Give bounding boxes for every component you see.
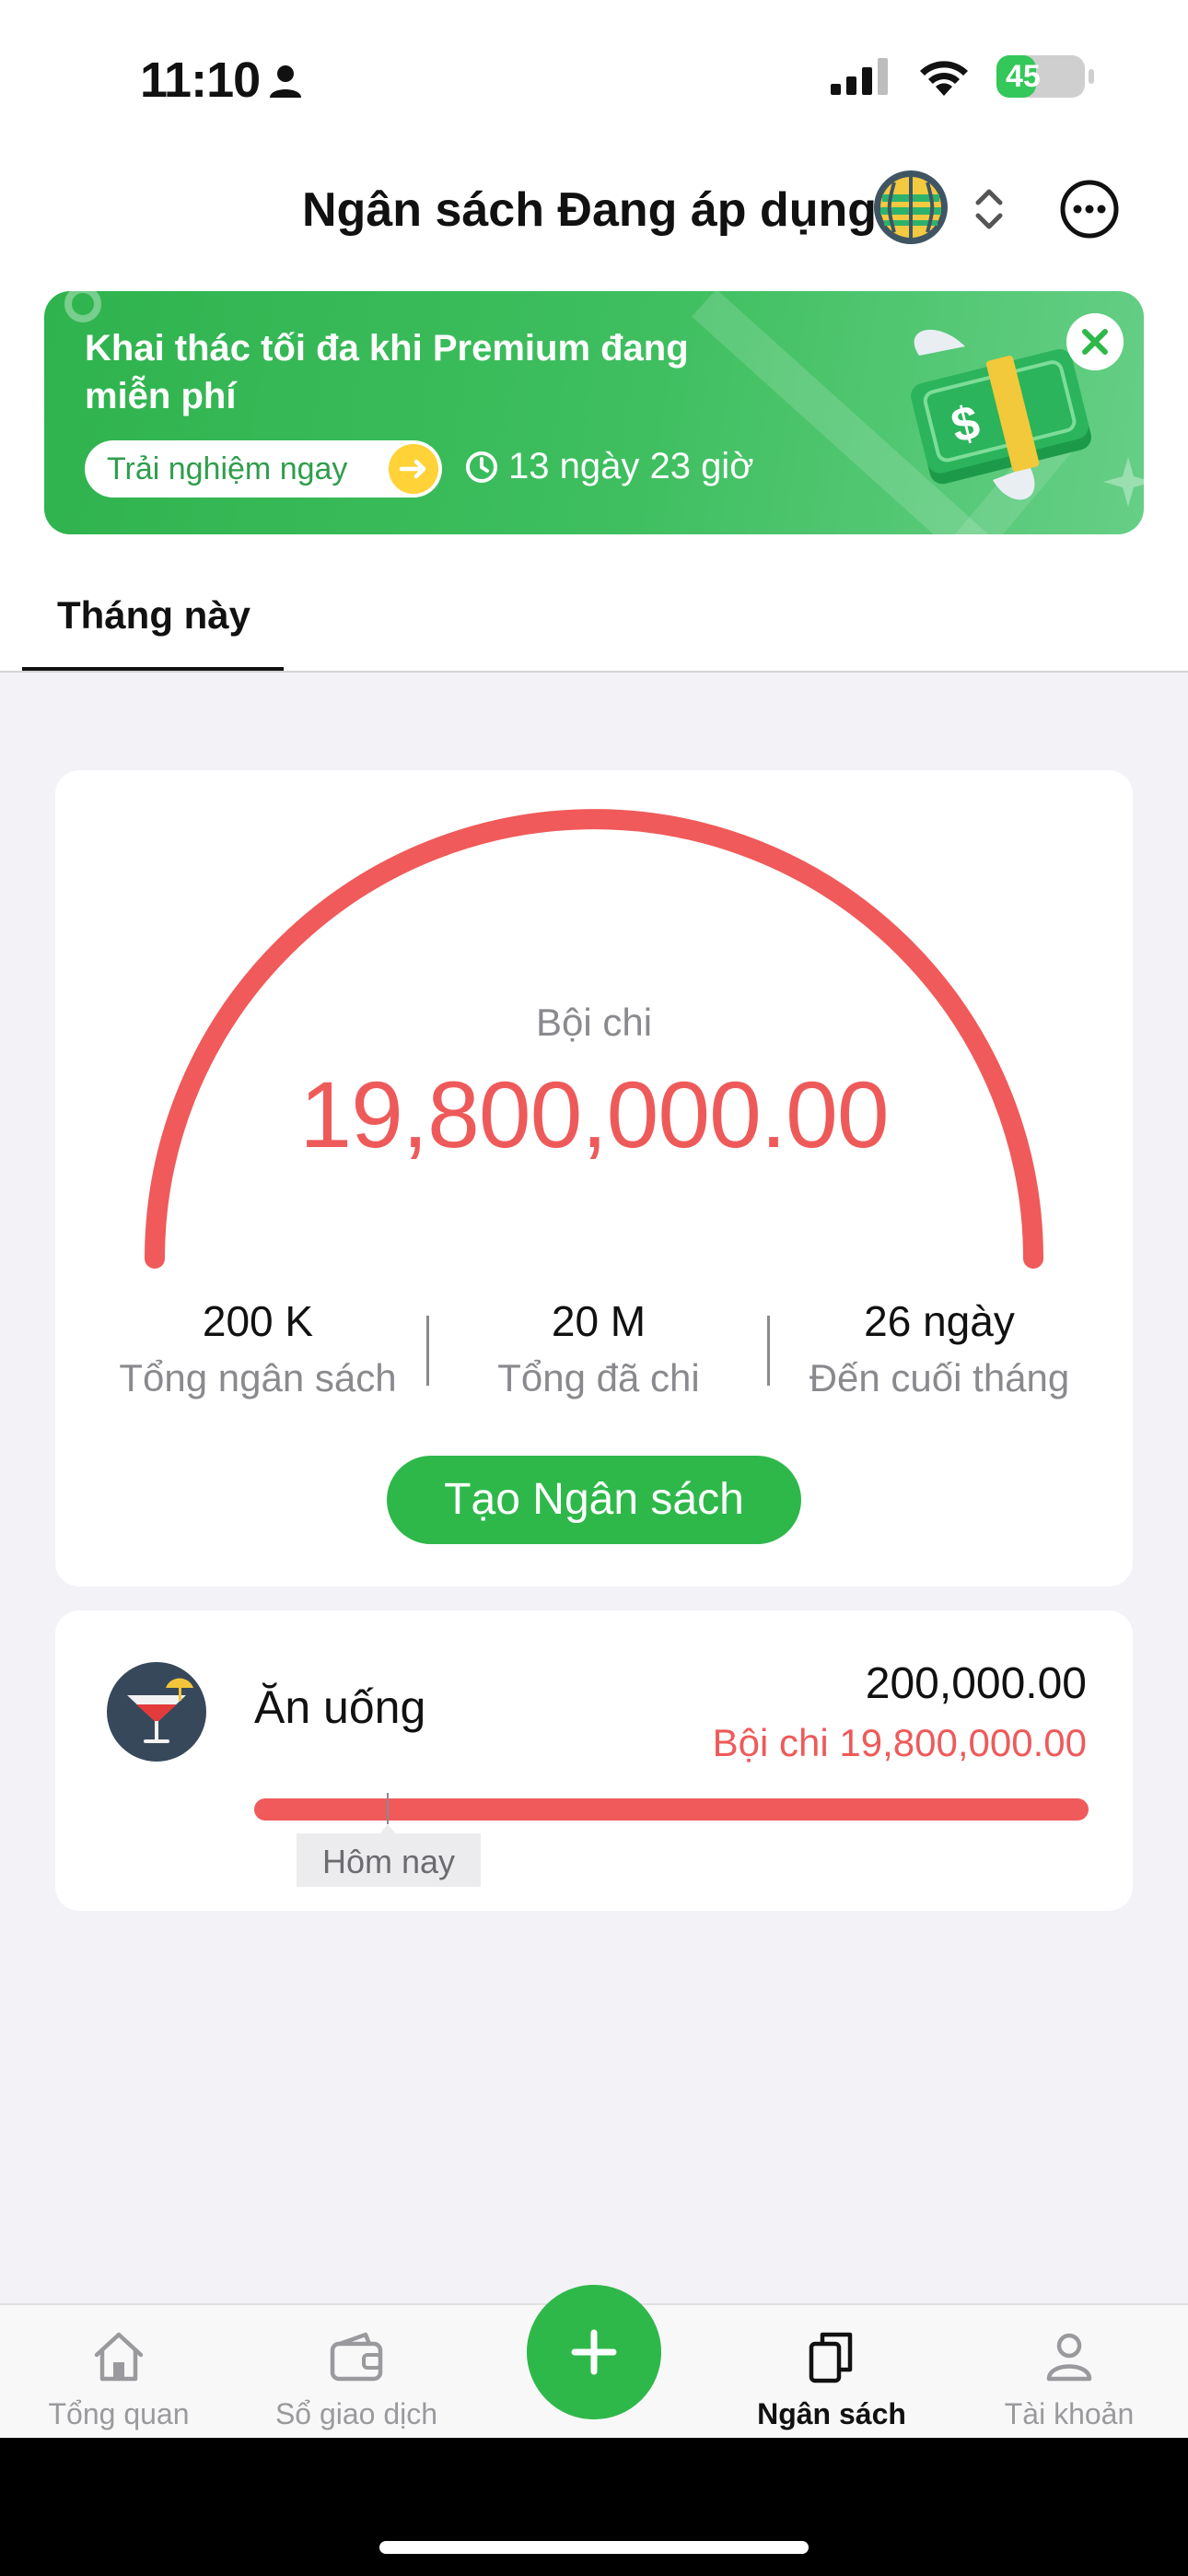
nav-label: Sổ giao dịch: [274, 2397, 438, 2430]
chevron-updown-icon[interactable]: [969, 186, 1009, 232]
create-budget-button[interactable]: Tạo Ngân sách: [387, 1456, 801, 1544]
category-progress-bar: [254, 1798, 1089, 1821]
today-tooltip: Hôm nay: [297, 1833, 481, 1887]
nav-label: Tổng quan: [48, 2397, 190, 2430]
nav-budget[interactable]: Ngân sách: [713, 2324, 950, 2434]
promo-title: Khai thác tối đa khi Premium đang miễn p…: [85, 328, 689, 416]
battery-tip: [1089, 69, 1094, 84]
today-label: Hôm nay: [321, 1843, 456, 1880]
category-overspend: Bội chi 19,800,000.00: [712, 1721, 1087, 1764]
stat-label: Tổng ngân sách: [119, 1356, 397, 1399]
try-now-label: Trải nghiệm ngay: [107, 451, 348, 486]
tab-this-month[interactable]: Tháng này: [22, 573, 284, 673]
add-transaction-button[interactable]: [527, 2285, 661, 2419]
home-indicator[interactable]: [379, 2541, 809, 2554]
arrow-right-icon: [389, 444, 438, 494]
wallet-icon: [330, 2332, 383, 2382]
nav-label: Tài khoản: [1004, 2397, 1135, 2430]
header: Ngân sách Đang áp dụng: [0, 164, 1188, 256]
page-title[interactable]: Ngân sách Đang áp dụng: [302, 182, 877, 238]
category-name: Ăn uống: [254, 1681, 426, 1733]
budget-summary-card: Bội chi 19,800,000.00 200 K Tổng ngân sá…: [55, 770, 1133, 1587]
promo-countdown: 13 ngày 23 giờ: [464, 446, 753, 487]
stat-label: Đến cuối tháng: [809, 1356, 1070, 1399]
stat-total-spent: 20 M Tổng đã chi: [428, 1295, 769, 1404]
tab-divider: [0, 671, 1188, 673]
promo-ring-decoration: [64, 291, 101, 322]
person-status-icon: [270, 65, 301, 98]
home-indicator-area: [0, 2438, 1188, 2576]
nav-transactions[interactable]: Sổ giao dịch: [238, 2324, 475, 2434]
wifi-icon: [920, 61, 968, 96]
more-options-icon[interactable]: [1059, 179, 1120, 240]
nav-account[interactable]: Tài khoản: [950, 2324, 1188, 2434]
stat-value: 200 K: [202, 1297, 314, 1345]
close-icon[interactable]: [1066, 313, 1124, 370]
signal-icon: [831, 58, 888, 95]
cocktail-icon: [107, 1662, 206, 1762]
tab-label: Tháng này: [57, 593, 251, 637]
premium-promo-banner[interactable]: Khai thác tối đa khi Premium đang miễn p…: [44, 291, 1144, 534]
try-now-button[interactable]: Trải nghiệm ngay: [85, 440, 442, 498]
nav-overview[interactable]: Tổng quan: [0, 2324, 238, 2434]
stat-total-budget: 200 K Tổng ngân sách: [87, 1295, 428, 1404]
overspend-amount: 19,800,000.00: [299, 1062, 889, 1167]
stat-value: 20 M: [551, 1297, 646, 1345]
status-icons: 45: [831, 55, 1094, 98]
stat-label: Tổng đã chi: [497, 1356, 700, 1399]
budget-item-food[interactable]: Ăn uống 200,000.00 Bội chi 19,800,000.00…: [55, 1610, 1133, 1911]
gauge-caption: Bội chi: [535, 1001, 653, 1044]
person-icon: [1046, 2333, 1092, 2382]
stat-days-left: 26 ngày Đến cuối tháng: [769, 1295, 1110, 1404]
status-time: 11:10: [140, 53, 261, 108]
countdown-text: 13 ngày 23 giờ: [508, 446, 754, 486]
clock-icon: [466, 451, 497, 483]
today-marker: [387, 1793, 389, 1824]
create-budget-label: Tạo Ngân sách: [444, 1475, 744, 1524]
battery-level: 45: [1006, 58, 1041, 94]
globe-icon[interactable]: [871, 168, 950, 247]
nav-label: Ngân sách: [757, 2397, 906, 2430]
budget-icon: [809, 2332, 853, 2383]
battery-icon: 45: [996, 55, 1094, 98]
home-icon: [94, 2332, 144, 2382]
category-budget-amount: 200,000.00: [865, 1659, 1087, 1708]
stat-value: 26 ngày: [864, 1297, 1015, 1345]
sparkle-icon: [1103, 457, 1144, 507]
